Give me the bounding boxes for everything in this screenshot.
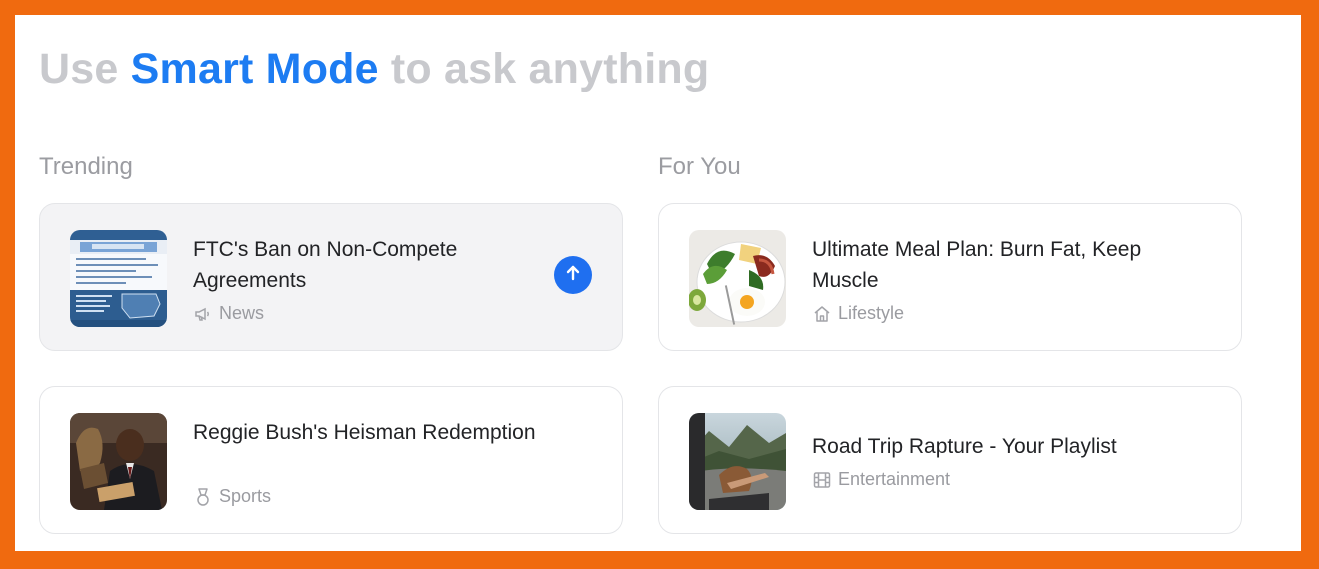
athlete-photo-thumbnail [70,413,167,510]
category-label: Sports [219,486,272,506]
for-you-section-label: For You [658,153,741,180]
card-meal-plan[interactable]: Ultimate Meal Plan: Burn Fat, Keep Muscl… [658,203,1242,351]
category-label: Entertainment [838,469,951,489]
card-category: Lifestyle [812,303,904,324]
road-trip-photo-thumbnail [689,413,786,510]
card-title: FTC's Ban on Non-Compete Agreements [193,238,458,292]
film-icon [812,470,832,490]
page-headline: Use Smart Mode to ask anything [39,45,709,94]
card-category: Entertainment [812,469,950,490]
meal-plate-thumbnail [689,230,786,327]
category-label: Lifestyle [838,303,905,323]
card-title: Road Trip Rapture - Your Playlist [812,435,1117,458]
card-category: Sports [193,486,271,507]
arrow-up-icon [564,264,582,287]
trending-section-label: Trending [39,153,133,180]
card-title: Reggie Bush's Heisman Redemption [193,421,536,444]
megaphone-icon [193,304,213,324]
news-document-thumbnail [70,230,167,327]
smart-mode-label[interactable]: Smart Mode [131,45,379,93]
home-icon [812,304,832,324]
card-title: Ultimate Meal Plan: Burn Fat, Keep Muscl… [812,238,1142,292]
category-label: News [219,303,265,323]
card-ftc-noncompete[interactable]: FTC's Ban on Non-Compete Agreements News [39,203,623,351]
card-category: News [193,303,264,324]
medal-icon [193,487,213,507]
ask-arrow-button[interactable] [554,256,592,294]
card-road-trip[interactable]: Road Trip Rapture - Your Playlist Entert… [658,386,1242,534]
suggestions-panel: Use Smart Mode to ask anything Trending … [15,15,1301,551]
card-reggie-bush[interactable]: Reggie Bush's Heisman Redemption Sports [39,386,623,534]
headline-prefix: Use [39,45,131,93]
headline-suffix: to ask anything [378,45,710,93]
